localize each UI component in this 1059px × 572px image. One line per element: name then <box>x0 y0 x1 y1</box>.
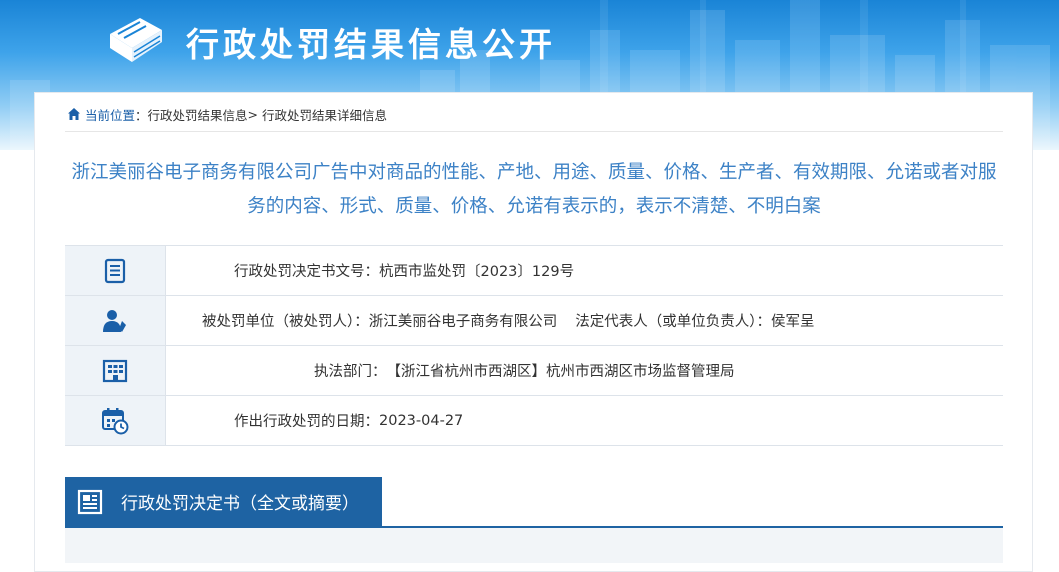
breadcrumb: 当前位置 ： 行政处罚结果信息 > 行政处罚结果详细信息 <box>67 104 387 124</box>
tab-decision-document-label: 行政处罚决定书（全文或摘要） <box>121 494 359 514</box>
divider <box>65 131 1003 132</box>
document-content-area <box>65 528 1003 563</box>
party-value: 浙江美丽谷电子商务有限公司 <box>368 314 558 330</box>
document-list-icon <box>104 258 126 283</box>
info-row-icon-cell <box>65 346 166 395</box>
tab-decision-document[interactable]: 行政处罚决定书（全文或摘要） <box>65 477 382 526</box>
decision-no-label: 行政处罚决定书文号： <box>234 264 379 280</box>
section-header: 行政处罚决定书（全文或摘要） <box>65 477 1003 528</box>
date-value: 2023-04-27 <box>379 412 464 429</box>
dept-value: 【浙江省杭州市西湖区】杭州市西湖区市场监督管理局 <box>386 364 735 380</box>
person-icon <box>103 309 126 332</box>
info-row-party: 被处罚单位（被处罚人）： 浙江美丽谷电子商务有限公司 法定代表人（或单位负责人）… <box>65 296 1003 346</box>
info-row-icon-cell <box>65 296 166 345</box>
date-label: 作出行政处罚的日期： <box>234 414 379 430</box>
info-row-dept: 执法部门： 【浙江省杭州市西湖区】杭州市西湖区市场监督管理局 <box>65 346 1003 396</box>
case-info-table: 行政处罚决定书文号： 杭西市监处罚〔2023〕129号 被处罚单位（被处罚人）：… <box>65 245 1003 446</box>
book-icon <box>110 18 162 62</box>
breadcrumb-separator: > <box>247 106 259 122</box>
document-icon <box>77 489 103 514</box>
home-icon <box>68 108 80 120</box>
breadcrumb-current-label: 当前位置 <box>85 107 136 123</box>
breadcrumb-link-detail[interactable]: 行政处罚结果详细信息 <box>262 105 387 124</box>
case-title: 浙江美丽谷电子商务有限公司广告中对商品的性能、产地、用途、质量、价格、生产者、有… <box>71 162 997 217</box>
info-row-icon-cell <box>65 396 166 445</box>
info-row-icon-cell <box>65 246 166 295</box>
party-label: 被处罚单位（被处罚人）： <box>202 314 369 330</box>
page-header-title: 行政处罚结果信息公开 <box>186 25 556 64</box>
calendar-clock-icon <box>102 407 129 434</box>
rep-label: 法定代表人（或单位负责人）： <box>575 314 771 330</box>
info-row-date: 作出行政处罚的日期： 2023-04-27 <box>65 396 1003 446</box>
building-icon <box>102 359 128 382</box>
info-row-decision-no: 行政处罚决定书文号： 杭西市监处罚〔2023〕129号 <box>65 246 1003 296</box>
breadcrumb-link-list[interactable]: 行政处罚结果信息 <box>148 105 248 124</box>
dept-label: 执法部门： <box>314 364 387 380</box>
rep-value: 侯军呈 <box>771 314 815 330</box>
decision-no-value: 杭西市监处罚〔2023〕129号 <box>379 264 575 280</box>
breadcrumb-separator: ： <box>135 107 148 123</box>
